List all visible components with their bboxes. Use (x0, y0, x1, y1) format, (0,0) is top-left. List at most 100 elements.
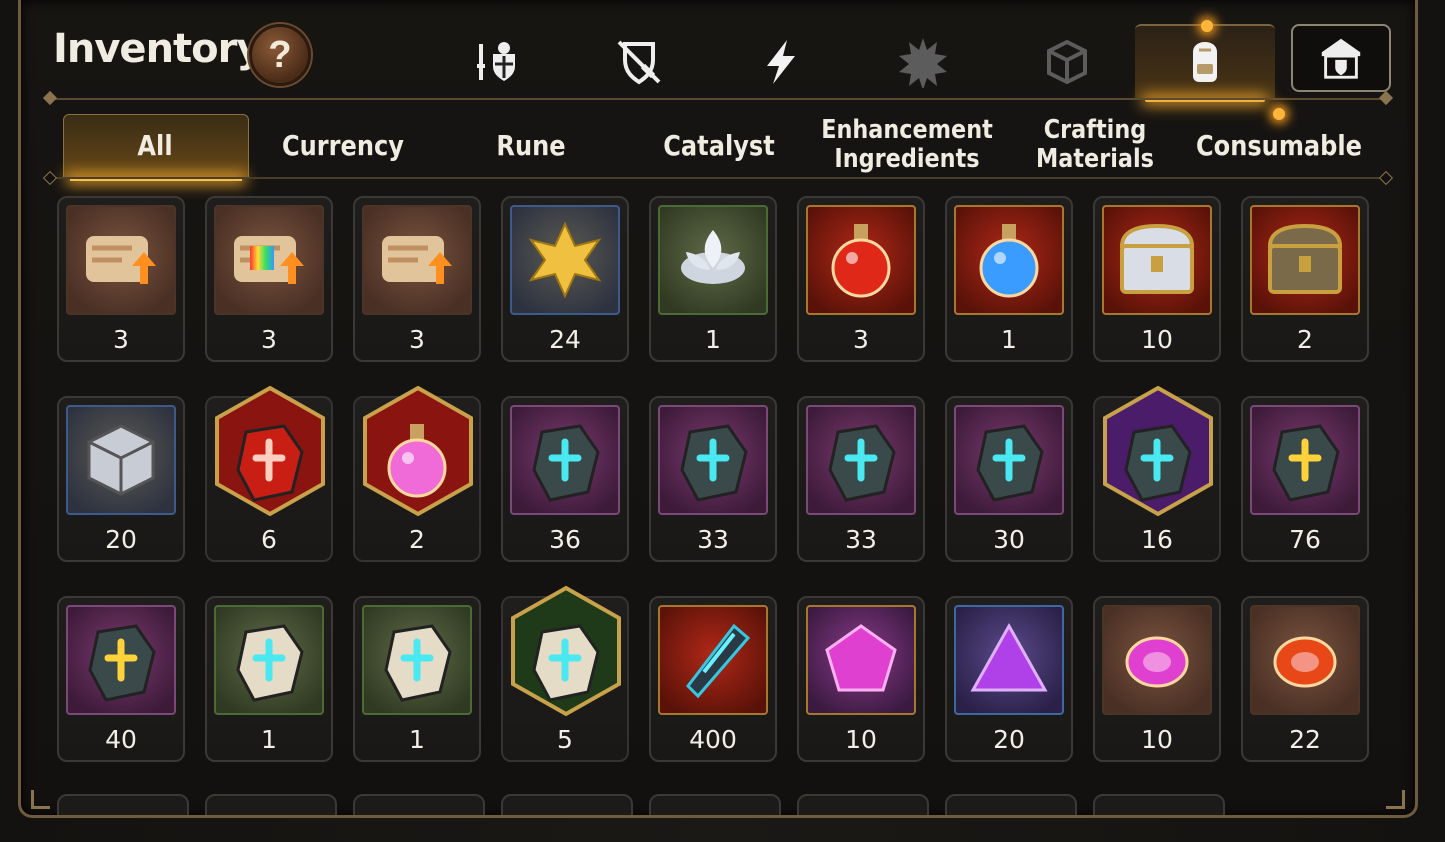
shattered-burst-icon (899, 38, 947, 88)
no-weapon-shield-icon (617, 40, 661, 85)
tab-consumable[interactable]: Consumable (1195, 112, 1364, 178)
silver-lotus-icon (681, 230, 745, 284)
inventory-slot[interactable]: 3 (205, 196, 333, 362)
inventory-slot[interactable]: 1 (649, 196, 777, 362)
inventory-slot[interactable]: 10 (797, 596, 925, 762)
inventory-slot-partial[interactable] (797, 794, 929, 815)
tab-label: Rune (496, 128, 566, 162)
rune-stone-boot-icon (976, 424, 1044, 502)
guild-armory-icon (1321, 38, 1361, 79)
category-burst-button[interactable] (887, 26, 959, 98)
gold-chest-icon (1267, 223, 1343, 294)
inventory-slot[interactable]: 1 (353, 596, 481, 762)
inventory-slot[interactable]: 6 (205, 385, 333, 562)
inventory-slot[interactable]: 1 (205, 596, 333, 762)
panel-corner-ornament (1386, 790, 1405, 809)
scroll-upgrade-rainbow-icon (234, 236, 304, 284)
inventory-slot[interactable]: 20 (57, 396, 185, 562)
pink-gem-pentagon-icon (825, 624, 897, 692)
tab-label-line: Crafting (1043, 115, 1147, 145)
notification-dot (1201, 20, 1213, 32)
item-count: 1 (261, 725, 277, 754)
category-armory-button[interactable] (1291, 24, 1391, 92)
item-count: 1 (409, 725, 425, 754)
item-count: 40 (105, 725, 137, 754)
inventory-slot[interactable]: 400 (649, 596, 777, 762)
blue-star-potion-icon (979, 224, 1039, 298)
inventory-panel: Inventory ? All Currency Rune Catalyst E… (18, 0, 1418, 818)
crystal-shard-icon (686, 623, 751, 699)
help-button[interactable]: ? (249, 24, 311, 86)
item-count: 33 (697, 525, 729, 554)
rune-stone-sword-icon (532, 424, 600, 502)
inventory-slot[interactable]: 76 (1241, 396, 1369, 562)
inventory-slot-partial[interactable] (353, 794, 485, 815)
silver-chest-icon (1119, 223, 1195, 294)
inventory-slot-partial[interactable] (205, 794, 337, 815)
item-count: 1 (705, 325, 721, 354)
tab-currency[interactable]: Currency (264, 112, 422, 178)
category-items-tab-active[interactable] (1135, 24, 1275, 102)
inventory-slot[interactable]: 30 (945, 396, 1073, 562)
rune-stone-bolt-icon (88, 624, 156, 702)
inventory-slot-partial[interactable] (945, 794, 1077, 815)
item-count: 6 (261, 525, 277, 554)
inventory-slot[interactable]: 1 (945, 196, 1073, 362)
tab-label-line: Ingredients (834, 144, 980, 174)
item-count: 20 (105, 525, 137, 554)
inventory-slot[interactable]: 16 (1093, 385, 1221, 562)
category-defense-button[interactable] (603, 26, 675, 98)
gold-flower-crystal-icon (528, 221, 602, 299)
inventory-slot[interactable]: 3 (57, 196, 185, 362)
silver-cube-icon (87, 424, 155, 496)
item-count: 10 (1141, 725, 1173, 754)
inventory-slot[interactable]: 40 (57, 596, 185, 762)
rune-stone-star-icon (1124, 424, 1192, 502)
item-count: 400 (689, 725, 737, 754)
item-count: 24 (549, 325, 581, 354)
inventory-slot[interactable]: 3 (353, 196, 481, 362)
tab-all[interactable]: All (76, 112, 234, 178)
red-potion-icon (831, 224, 891, 298)
inventory-slot[interactable]: 2 (1241, 196, 1369, 362)
backpack-icon (1193, 42, 1217, 82)
inventory-slot[interactable]: 3 (797, 196, 925, 362)
category-skill-button[interactable] (745, 26, 817, 98)
tab-enhancement-ingredients[interactable]: Enhancement Ingredients (821, 112, 993, 178)
tab-label-line: Enhancement (821, 115, 993, 145)
notification-dot (1273, 108, 1285, 120)
inventory-slot[interactable]: 33 (649, 396, 777, 562)
inventory-slot-partial[interactable] (501, 794, 633, 815)
item-count: 36 (549, 525, 581, 554)
tab-catalyst[interactable]: Catalyst (640, 112, 798, 178)
inventory-slot[interactable]: 36 (501, 396, 629, 562)
equipment-icon (477, 42, 515, 81)
inventory-slot-partial[interactable] (57, 794, 189, 815)
inventory-slot[interactable]: 33 (797, 396, 925, 562)
inventory-slot[interactable]: 10 (1093, 196, 1221, 362)
item-count: 22 (1289, 725, 1321, 754)
category-equipment-button[interactable] (461, 26, 533, 98)
inventory-slot[interactable]: 22 (1241, 596, 1369, 762)
inventory-slot[interactable]: 5 (501, 585, 629, 762)
inventory-slot-partial[interactable] (649, 794, 781, 815)
scroll-upgrade-orange-icon (86, 236, 156, 284)
inventory-slot[interactable]: 24 (501, 196, 629, 362)
item-count: 16 (1141, 525, 1173, 554)
tab-label: All (137, 128, 173, 162)
page-title: Inventory (53, 26, 262, 72)
header-divider (49, 98, 1387, 100)
pale-rune-star-icon (532, 624, 600, 702)
inventory-slot[interactable]: 20 (945, 596, 1073, 762)
item-count: 3 (261, 325, 277, 354)
inventory-slot-partial[interactable] (1093, 794, 1225, 815)
item-count: 10 (1141, 325, 1173, 354)
inventory-slot[interactable]: 2 (353, 385, 481, 562)
pink-gem-oval-icon (1125, 636, 1189, 688)
item-count: 30 (993, 525, 1025, 554)
tab-rune[interactable]: Rune (452, 112, 610, 178)
inventory-slot[interactable]: 10 (1093, 596, 1221, 762)
purple-gem-triangle-icon (970, 622, 1048, 692)
tab-crafting-materials[interactable]: Crafting Materials (1018, 112, 1173, 178)
category-cube-button[interactable] (1031, 26, 1103, 98)
